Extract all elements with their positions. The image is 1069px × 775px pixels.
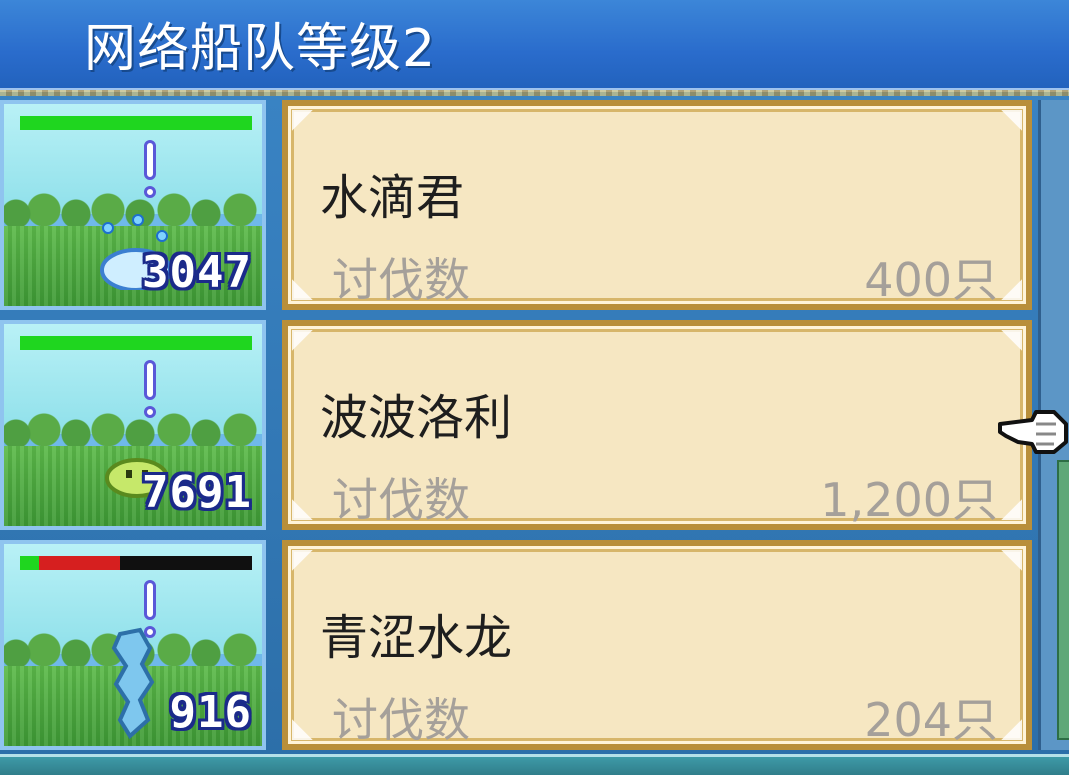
kill-count-label: 讨伐数 [332,253,470,307]
header-bar: 网络船队等级2 [0,0,1069,96]
footer-bar [0,754,1069,775]
monster-row-1[interactable]: 3047 水滴君 讨伐数 400只 [0,100,1069,310]
page-title: 网络船队等级2 [84,19,437,79]
hp-fill [20,556,39,570]
monster-portrait: 3047 [0,100,266,310]
monster-info-card[interactable]: 波波洛利 讨伐数 1,200只 [282,320,1032,530]
hp-bar [20,556,252,570]
power-number: 916 [169,687,252,738]
power-number: 3047 [142,247,252,298]
kill-count-value: 400只 [864,253,998,307]
hp-fill [20,116,252,130]
kill-count-value: 204只 [864,693,998,747]
kill-count-label: 讨伐数 [332,473,470,527]
hp-bar [20,116,252,130]
exclamation-icon [140,360,160,422]
hp-bar [20,336,252,350]
pointing-hand-cursor-icon [998,410,1068,454]
exclamation-icon [140,140,160,202]
hp-damage-fill [39,556,120,570]
monster-name: 水滴君 [320,170,465,226]
scrollbar-thumb[interactable] [1057,460,1069,740]
monster-row-2[interactable]: 7691 波波洛利 讨伐数 1,200只 [0,320,1069,530]
monster-info-card[interactable]: 水滴君 讨伐数 400只 [282,100,1032,310]
game-screen: 网络船队等级2 3047 水滴君 讨伐数 400只 7691 波波洛利 讨伐数 … [0,0,1069,775]
kill-count-label: 讨伐数 [332,693,470,747]
monster-portrait: 7691 [0,320,266,530]
monster-name: 波波洛利 [320,390,513,446]
kill-count-value: 1,200只 [820,473,998,527]
monster-row-3[interactable]: 916 青涩水龙 讨伐数 204只 [0,540,1069,750]
power-number: 7691 [142,467,252,518]
monster-portrait: 916 [0,540,266,750]
monster-name: 青涩水龙 [320,610,513,666]
water-dragon-icon [111,627,155,740]
hp-fill [20,336,252,350]
monster-info-card[interactable]: 青涩水龙 讨伐数 204只 [282,540,1032,750]
